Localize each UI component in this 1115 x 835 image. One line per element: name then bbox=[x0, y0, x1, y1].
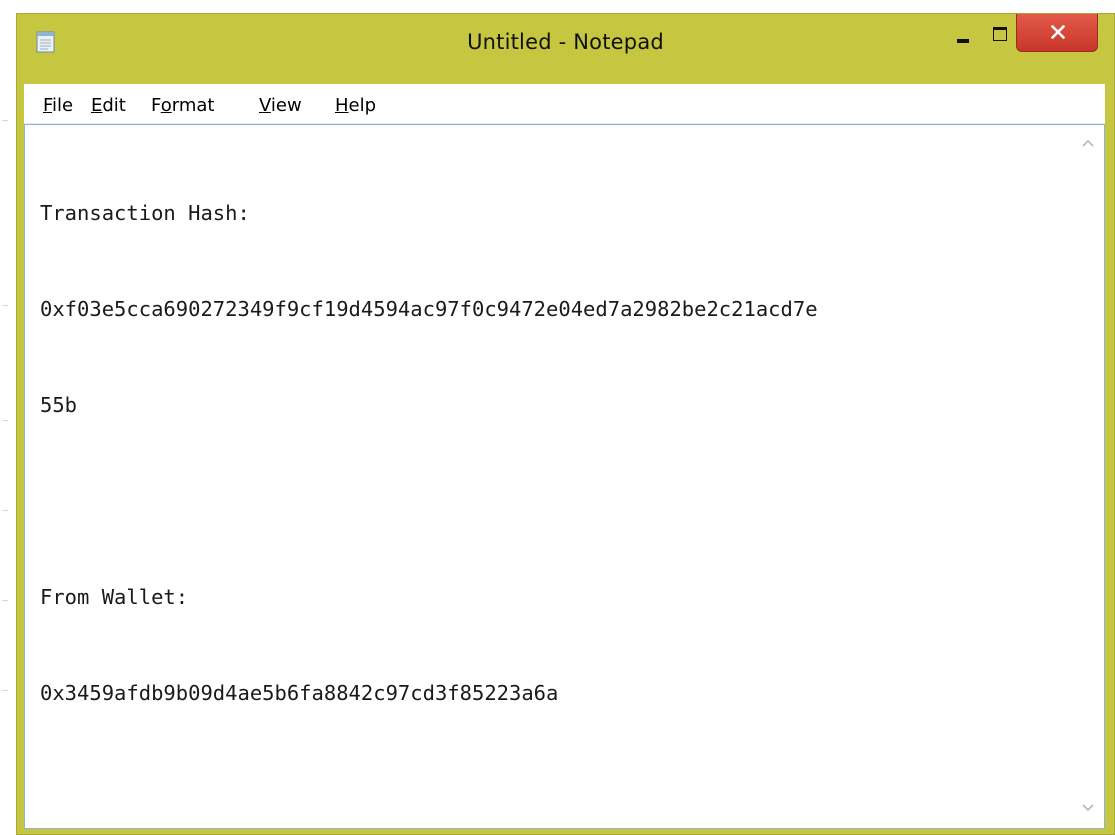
close-icon bbox=[1051, 25, 1065, 39]
strip-mark bbox=[2, 305, 8, 306]
text-line: 55b bbox=[40, 393, 78, 417]
editor-content[interactable]: Transaction Hash: 0xf03e5cca690272349f9c… bbox=[40, 133, 1050, 773]
strip-mark bbox=[2, 510, 8, 511]
scroll-up-button[interactable] bbox=[1072, 129, 1104, 159]
scroll-down-button[interactable] bbox=[1072, 794, 1104, 824]
minimize-icon bbox=[957, 39, 969, 43]
menu-view[interactable]: View bbox=[259, 95, 302, 117]
menu-format[interactable]: Format bbox=[151, 95, 214, 117]
text-editor[interactable]: Transaction Hash: 0xf03e5cca690272349f9c… bbox=[24, 124, 1105, 829]
strip-mark bbox=[2, 120, 8, 121]
chevron-down-icon bbox=[1082, 804, 1094, 812]
minimize-button[interactable] bbox=[949, 22, 977, 52]
menu-help[interactable]: Help bbox=[335, 95, 376, 117]
text-line bbox=[40, 485, 1050, 517]
text-line: 0x3459afdb9b09d4ae5b6fa8842c97cd3f85223a… bbox=[40, 681, 559, 705]
vertical-scrollbar[interactable] bbox=[1072, 125, 1104, 828]
menu-edit[interactable]: Edit bbox=[91, 95, 126, 117]
strip-mark bbox=[2, 420, 8, 421]
text-line: From Wallet: bbox=[40, 585, 189, 609]
background-window-edge bbox=[0, 0, 16, 835]
maximize-icon bbox=[993, 27, 1007, 41]
title-bar[interactable]: Untitled - Notepad bbox=[17, 14, 1114, 84]
strip-mark bbox=[2, 600, 8, 601]
menu-file[interactable]: File bbox=[43, 95, 73, 117]
chevron-up-icon bbox=[1082, 139, 1094, 147]
text-line: 0xf03e5cca690272349f9cf19d4594ac97f0c947… bbox=[40, 297, 818, 321]
menu-bar: File Edit Format View Help bbox=[24, 84, 1105, 124]
strip-mark bbox=[2, 690, 8, 691]
close-button[interactable] bbox=[1016, 14, 1098, 52]
text-line: Transaction Hash: bbox=[40, 201, 250, 225]
desktop-background: Untitled - Notepad File Edit Format View… bbox=[0, 0, 1115, 835]
maximize-button[interactable] bbox=[985, 22, 1015, 52]
notepad-window: Untitled - Notepad File Edit Format View… bbox=[16, 13, 1115, 835]
